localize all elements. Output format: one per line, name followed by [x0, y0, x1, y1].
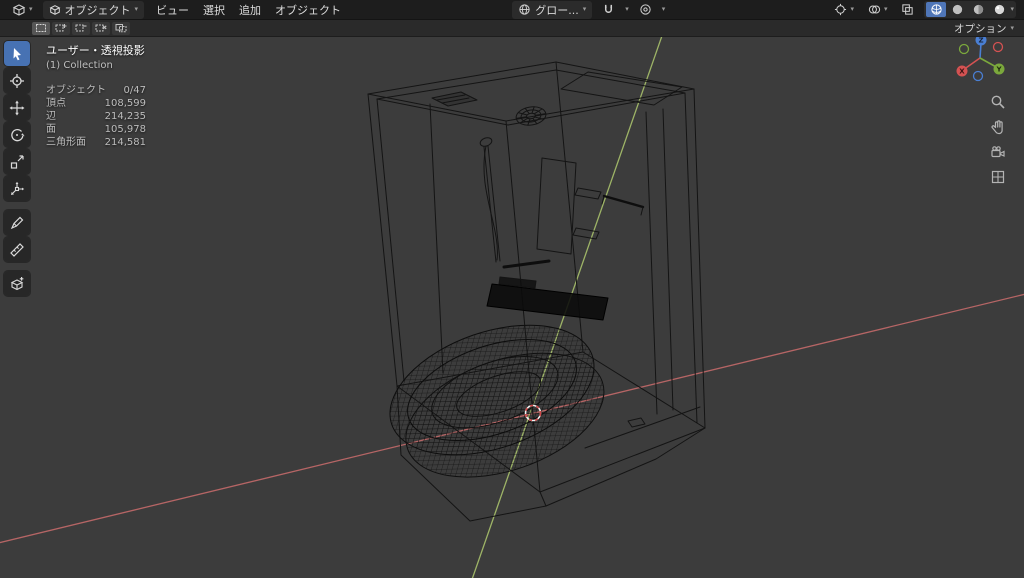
xray-toggle-button[interactable] [897, 2, 918, 17]
menu-view[interactable]: ビュー [150, 1, 195, 19]
mode-select[interactable]: オブジェクト ▾ [42, 0, 145, 19]
camera-view-icon[interactable] [990, 144, 1006, 160]
rendered-sphere-icon [994, 4, 1005, 15]
chevron-down-icon: ▾ [134, 5, 139, 13]
transform-orientation-select[interactable]: グロー... ▾ [512, 0, 593, 19]
tool-move[interactable] [4, 95, 30, 120]
annotate-pen-icon [10, 216, 24, 229]
falloff-dropdown-caret[interactable]: ▾ [662, 6, 666, 13]
chevron-down-icon: ▾ [29, 5, 33, 13]
active-collection-label: (1) Collection [46, 60, 113, 71]
tool-transform[interactable] [4, 176, 30, 201]
tool-scale[interactable] [4, 149, 30, 174]
stat-triangles: 三角形面 214,581 [46, 137, 146, 148]
select-mode-group [32, 21, 130, 35]
tool-settings-bar: オプション ▾ [0, 20, 1024, 37]
show-overlays-button[interactable]: ▾ [864, 2, 892, 17]
select-invert-icon [95, 24, 107, 32]
tool-cursor[interactable] [4, 68, 30, 93]
gizmo-y-label: Y [995, 66, 1002, 74]
menu-object[interactable]: オブジェクト [269, 1, 347, 19]
object-mode-icon [49, 4, 60, 15]
stat-objects: オブジェクト 0/47 [46, 85, 146, 96]
orientation-globe-icon [519, 4, 530, 15]
chevron-down-icon: ▾ [850, 5, 854, 13]
add-cube-icon [10, 276, 24, 290]
chevron-down-icon: ▾ [582, 5, 587, 13]
shading-material-button[interactable] [968, 2, 988, 17]
editor-type-button[interactable]: ▾ [8, 2, 37, 18]
viewport-canvas[interactable] [0, 36, 1024, 578]
select-mode-invert-button[interactable] [92, 21, 110, 35]
view-perspective-label: ユーザー・透視投影 [46, 44, 145, 57]
shading-solid-button[interactable] [947, 2, 967, 17]
proportional-edit-button[interactable] [635, 2, 656, 17]
xray-icon [902, 4, 914, 15]
select-cursor-icon [13, 47, 21, 60]
orientation-label: グロー... [535, 3, 579, 17]
tool-annotate[interactable] [4, 210, 30, 235]
chevron-down-icon: ▾ [883, 5, 888, 13]
select-mode-intersect-button[interactable] [112, 21, 130, 35]
select-mode-subtract-button[interactable] [72, 21, 90, 35]
shading-mode-group: ▾ [924, 1, 1016, 18]
solid-sphere-icon [952, 4, 963, 15]
stat-vertices: 頂点 108,599 [46, 98, 146, 109]
stat-faces: 面 105,978 [46, 124, 146, 135]
select-intersect-icon [115, 24, 127, 33]
proportional-circle-icon [640, 4, 651, 15]
menu-bar: ビュー 選択 追加 オブジェクト [150, 1, 347, 19]
transform-icon [11, 181, 25, 195]
material-sphere-icon [973, 4, 984, 15]
options-dropdown[interactable]: オプション ▾ [954, 21, 1014, 36]
toggle-ortho-icon[interactable] [990, 169, 1006, 185]
shading-dropdown-caret[interactable]: ▾ [1010, 6, 1014, 13]
pan-hand-icon[interactable] [990, 119, 1006, 135]
magnet-icon [605, 4, 613, 13]
gizmo-x-label: X [959, 68, 965, 76]
stat-edges: 辺 214,235 [46, 111, 146, 122]
move-icon [9, 100, 25, 115]
gizmo-z-label: Z [978, 37, 983, 45]
rotate-icon [11, 128, 25, 141]
scale-icon [10, 154, 24, 169]
viewport-editor-icon [12, 3, 26, 16]
shading-wireframe-button[interactable] [926, 2, 947, 17]
gizmo-axis-x-negative[interactable] [992, 41, 1004, 53]
snap-dropdown-caret[interactable]: ▾ [625, 6, 629, 13]
gizmo-axis-z-negative[interactable] [972, 70, 984, 82]
snap-toggle-button[interactable] [598, 2, 619, 17]
select-mode-extend-button[interactable] [52, 21, 70, 35]
shading-rendered-button[interactable] [989, 2, 1009, 17]
tool-rotate[interactable] [4, 122, 30, 147]
tool-measure[interactable] [4, 237, 30, 262]
gizmo-toggle-icon [835, 3, 847, 16]
tool-select-box[interactable] [4, 41, 30, 66]
cursor-tool-icon [10, 73, 24, 88]
measure-ruler-icon [10, 242, 24, 257]
menu-add[interactable]: 追加 [233, 1, 267, 19]
select-extend-icon [55, 24, 67, 32]
show-gizmo-button[interactable]: ▾ [830, 2, 858, 17]
select-set-icon [36, 24, 46, 32]
overlays-icon [868, 5, 881, 14]
tool-add-cube[interactable] [4, 271, 30, 296]
wireframe-sphere-icon [931, 4, 942, 15]
toolbar [4, 41, 30, 296]
chevron-down-icon: ▾ [1010, 23, 1014, 32]
mode-select-label: オブジェクト [64, 3, 131, 17]
options-label: オプション [953, 22, 1007, 35]
gizmo-axis-y-negative[interactable] [958, 43, 970, 55]
select-mode-set-button[interactable] [32, 21, 50, 35]
select-subtract-icon [75, 24, 87, 32]
viewport-header: ▾ オブジェクト ▾ ビュー 選択 追加 オブジェクト グロー... ▾ ▾ ▾… [0, 0, 1024, 20]
menu-select[interactable]: 選択 [197, 1, 231, 19]
zoom-icon[interactable] [990, 94, 1006, 110]
viewport-info-overlay: ユーザー・透視投影 (1) Collection オブジェクト 0/47 頂点 … [46, 42, 146, 149]
scene-statistics: オブジェクト 0/47 頂点 108,599 辺 214,235 面 105,9… [46, 84, 146, 149]
viewport-side-controls [990, 94, 1006, 185]
